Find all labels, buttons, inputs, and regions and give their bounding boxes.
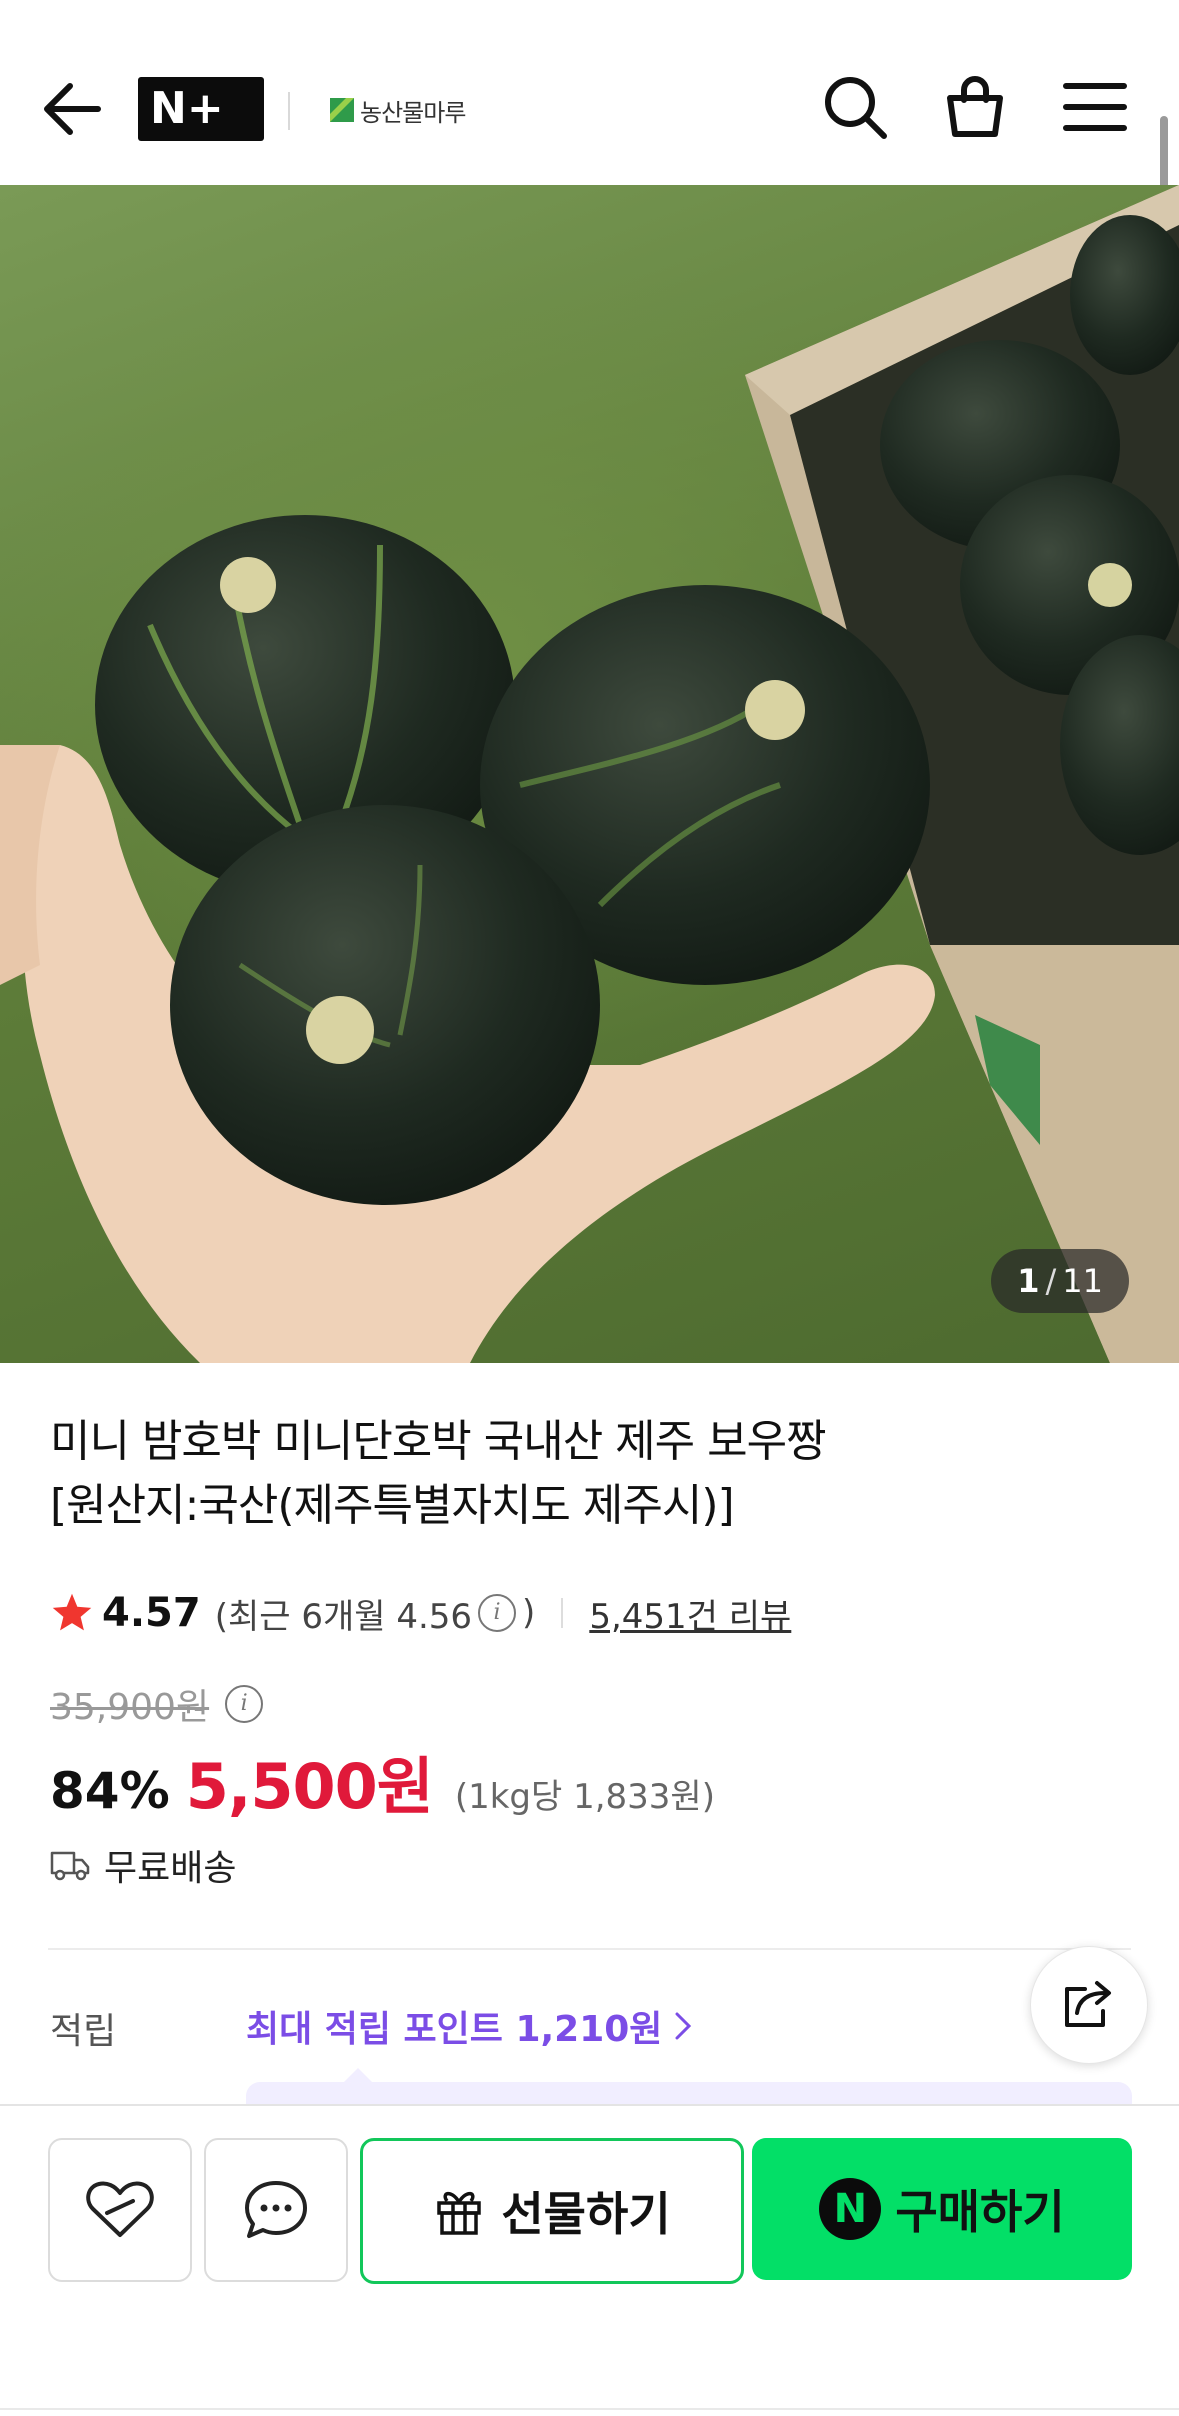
chevron-right-icon [675, 2012, 692, 2040]
product-title-line1: 미니 밤호박 미니단호박 국내산 제주 보우짱 [50, 1416, 827, 1467]
home-indicator-line [0, 2408, 1179, 2410]
buy-button[interactable]: N 구매하기 [752, 2138, 1132, 2280]
naver-plus-store-logo[interactable]: N+ [138, 77, 264, 141]
share-icon [1065, 1981, 1111, 2027]
gift-button-label: 선물하기 [501, 2187, 671, 2241]
shopping-bag-icon[interactable] [940, 72, 1010, 142]
rating-divider [561, 1598, 564, 1628]
gift-button[interactable]: 선물하기 [360, 2138, 744, 2284]
recent-rating: (최근 6개월 4.56 i ) [215, 1589, 536, 1638]
recent-rating-text: (최근 6개월 4.56 [214, 1596, 473, 1637]
bottom-action-bar: 선물하기 N 구매하기 [0, 2104, 1179, 2416]
rating-score: 4.57 [102, 1590, 201, 1636]
total-image-count: 11 [1062, 1262, 1103, 1300]
product-image-carousel[interactable]: 1 / 11 [0, 185, 1179, 1363]
top-navigation-bar: N+ 농산물마루 [0, 0, 1179, 185]
original-price: 35,900원 [50, 1687, 210, 1728]
points-label: 적립 [50, 2011, 117, 2052]
max-points-link[interactable]: 최대 적립 포인트 1,210원 [246, 2000, 692, 2052]
chat-button[interactable] [204, 2138, 348, 2282]
wishlist-button[interactable] [48, 2138, 192, 2282]
star-icon [52, 1593, 92, 1631]
back-arrow-icon[interactable] [38, 78, 108, 140]
review-count-link[interactable]: 5,451건 리뷰 [589, 1589, 791, 1638]
shipping-info: 무료배송 [50, 1840, 236, 1890]
current-image-index: 1 [1017, 1262, 1040, 1300]
sale-price-row: 84% 5,500원 (1kg당 1,833원) [50, 1736, 715, 1823]
shipping-text: 무료배송 [104, 1848, 237, 1889]
logo-divider [288, 92, 290, 130]
logo-text: N+ [150, 83, 224, 134]
max-points-text: 최대 적립 포인트 1,210원 [246, 2009, 663, 2050]
discount-rate: 84% [50, 1762, 170, 1820]
product-photo [0, 185, 1179, 1363]
gift-icon [437, 2191, 482, 2235]
chat-bubble-icon [245, 2181, 307, 2238]
rating-summary: 4.57 (최근 6개월 4.56 i ) 5,451건 리뷰 [50, 1585, 791, 1641]
product-title-line2: [원산지:국산(제주특별자치도 제주시)] [50, 1480, 735, 1531]
search-icon[interactable] [820, 72, 890, 142]
unit-price: (1kg당 1,833원) [454, 1777, 715, 1817]
menu-icon[interactable] [1060, 72, 1130, 142]
naver-pay-icon: N [819, 2178, 882, 2240]
counter-separator: / [1045, 1262, 1057, 1300]
recent-rating-close: ) [522, 1593, 536, 1633]
heart-icon [86, 2181, 154, 2237]
info-icon[interactable]: i [478, 1594, 517, 1632]
delivery-truck-icon [50, 1851, 90, 1881]
store-logo-icon [330, 98, 354, 122]
price-info-icon[interactable]: i [225, 1685, 264, 1723]
buy-button-label: 구매하기 [895, 2185, 1065, 2239]
share-button[interactable] [1030, 1946, 1148, 2064]
original-price-row: 35,900원 i [50, 1678, 269, 1730]
section-divider [48, 1948, 1131, 1950]
store-brand[interactable]: 농산물마루 [330, 91, 466, 129]
store-name: 농산물마루 [360, 98, 466, 127]
sale-price: 5,500원 [185, 1750, 434, 1823]
image-page-counter: 1 / 11 [991, 1249, 1129, 1313]
product-title: 미니 밤호박 미니단호박 국내산 제주 보우짱 [원산지:국산(제주특별자치도 … [50, 1410, 1050, 1538]
